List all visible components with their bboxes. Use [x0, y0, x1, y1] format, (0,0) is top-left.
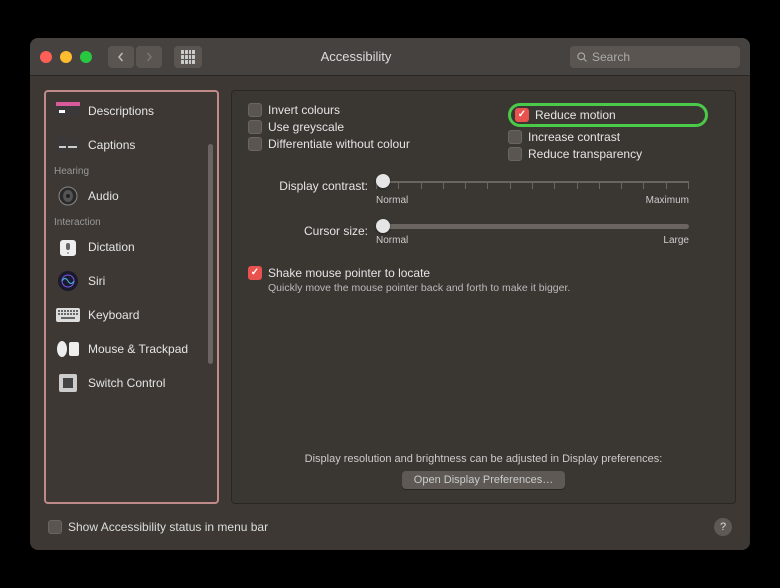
checkbox-label: Shake mouse pointer to locate	[268, 266, 430, 280]
sidebar-item-audio[interactable]: Audio	[48, 179, 215, 213]
use-greyscale-checkbox[interactable]: Use greyscale	[248, 120, 448, 134]
slider-max-label: Large	[663, 235, 689, 246]
sidebar-item-label: Captions	[88, 138, 135, 152]
sidebar-item-siri[interactable]: Siri	[48, 264, 215, 298]
captions-icon	[56, 134, 80, 156]
reduce-motion-checkbox[interactable]: Reduce motion	[515, 108, 616, 122]
increase-contrast-checkbox[interactable]: Increase contrast	[508, 130, 708, 144]
checkbox-label: Reduce transparency	[528, 147, 642, 161]
sidebar-item-descriptions[interactable]: Descriptions	[48, 94, 215, 128]
descriptions-icon	[56, 100, 80, 122]
display-preferences-note: Display resolution and brightness can be…	[248, 453, 719, 489]
main-panel: Invert colours Use greyscale Differentia…	[231, 90, 736, 504]
minimize-button[interactable]	[60, 51, 72, 63]
checkbox-grid: Invert colours Use greyscale Differentia…	[248, 103, 719, 161]
checkbox-icon	[515, 108, 529, 122]
sidebar: Descriptions Captions Hearing Audio Inte…	[48, 94, 215, 500]
shake-locate-hint: Quickly move the mouse pointer back and …	[268, 282, 719, 294]
traffic-lights	[40, 51, 92, 63]
close-button[interactable]	[40, 51, 52, 63]
display-contrast-label: Display contrast:	[248, 179, 368, 193]
preferences-window: Accessibility Search Descriptions Captio…	[30, 38, 750, 550]
sidebar-item-keyboard[interactable]: Keyboard	[48, 298, 215, 332]
sidebar-highlight: Descriptions Captions Hearing Audio Inte…	[44, 90, 219, 504]
display-contrast-row: Display contrast: Normal Maximum	[248, 179, 719, 206]
display-contrast-slider[interactable]	[376, 179, 689, 184]
differentiate-colour-checkbox[interactable]: Differentiate without colour	[248, 137, 448, 151]
checkbox-label: Differentiate without colour	[268, 137, 410, 151]
dictation-icon	[56, 236, 80, 258]
slider-min-label: Normal	[376, 235, 408, 246]
sidebar-item-label: Dictation	[88, 240, 135, 254]
checkbox-label: Invert colours	[268, 103, 340, 117]
checkbox-icon	[48, 520, 62, 534]
slider-max-label: Maximum	[646, 195, 689, 206]
sidebar-item-label: Audio	[88, 189, 119, 203]
shake-locate-checkbox[interactable]: Shake mouse pointer to locate	[248, 266, 719, 280]
chevron-left-icon	[116, 52, 126, 62]
help-button[interactable]: ?	[714, 518, 732, 536]
sidebar-item-label: Keyboard	[88, 308, 139, 322]
checkbox-label: Use greyscale	[268, 120, 344, 134]
keyboard-icon	[56, 304, 80, 326]
mouse-trackpad-icon	[56, 338, 80, 360]
zoom-button[interactable]	[80, 51, 92, 63]
checkbox-label: Reduce motion	[535, 108, 616, 122]
sidebar-item-label: Siri	[88, 274, 105, 288]
checkbox-icon	[508, 147, 522, 161]
shake-locate-row: Shake mouse pointer to locate Quickly mo…	[248, 266, 719, 294]
back-button[interactable]	[108, 46, 134, 68]
checkbox-icon	[248, 120, 262, 134]
sidebar-item-dictation[interactable]: Dictation	[48, 230, 215, 264]
checkbox-icon	[248, 137, 262, 151]
bottom-bar: Show Accessibility status in menu bar ?	[30, 518, 750, 550]
titlebar: Accessibility Search	[30, 38, 750, 76]
switch-control-icon	[56, 372, 80, 394]
reduce-transparency-checkbox[interactable]: Reduce transparency	[508, 147, 708, 161]
sidebar-item-mouse-trackpad[interactable]: Mouse & Trackpad	[48, 332, 215, 366]
checkbox-icon	[248, 266, 262, 280]
cursor-size-label: Cursor size:	[248, 224, 368, 238]
slider-min-label: Normal	[376, 195, 408, 206]
section-interaction: Interaction	[48, 213, 215, 230]
search-input[interactable]: Search	[570, 46, 740, 68]
slider-thumb[interactable]	[376, 219, 390, 233]
reduce-motion-highlight: Reduce motion	[508, 103, 708, 127]
content-body: Descriptions Captions Hearing Audio Inte…	[30, 76, 750, 518]
checkbox-icon	[248, 103, 262, 117]
open-display-preferences-button[interactable]: Open Display Preferences…	[402, 471, 565, 489]
checkbox-label: Increase contrast	[528, 130, 620, 144]
section-hearing: Hearing	[48, 162, 215, 179]
siri-icon	[56, 270, 80, 292]
cursor-size-row: Cursor size: Normal Large	[248, 224, 719, 246]
slider-thumb[interactable]	[376, 174, 390, 188]
window-title: Accessibility	[150, 49, 562, 64]
sidebar-item-switch-control[interactable]: Switch Control	[48, 366, 215, 400]
checkbox-label: Show Accessibility status in menu bar	[68, 520, 268, 534]
show-status-menubar-checkbox[interactable]: Show Accessibility status in menu bar	[48, 520, 268, 534]
sidebar-item-captions[interactable]: Captions	[48, 128, 215, 162]
checkbox-icon	[508, 130, 522, 144]
sidebar-item-label: Descriptions	[88, 104, 154, 118]
sidebar-scrollbar[interactable]	[208, 144, 213, 364]
note-text: Display resolution and brightness can be…	[248, 453, 719, 465]
search-placeholder: Search	[592, 50, 630, 64]
audio-icon	[56, 185, 80, 207]
cursor-size-slider[interactable]	[376, 224, 689, 229]
sidebar-item-label: Switch Control	[88, 376, 165, 390]
search-icon	[576, 51, 588, 63]
invert-colours-checkbox[interactable]: Invert colours	[248, 103, 448, 117]
sidebar-item-label: Mouse & Trackpad	[88, 342, 188, 356]
